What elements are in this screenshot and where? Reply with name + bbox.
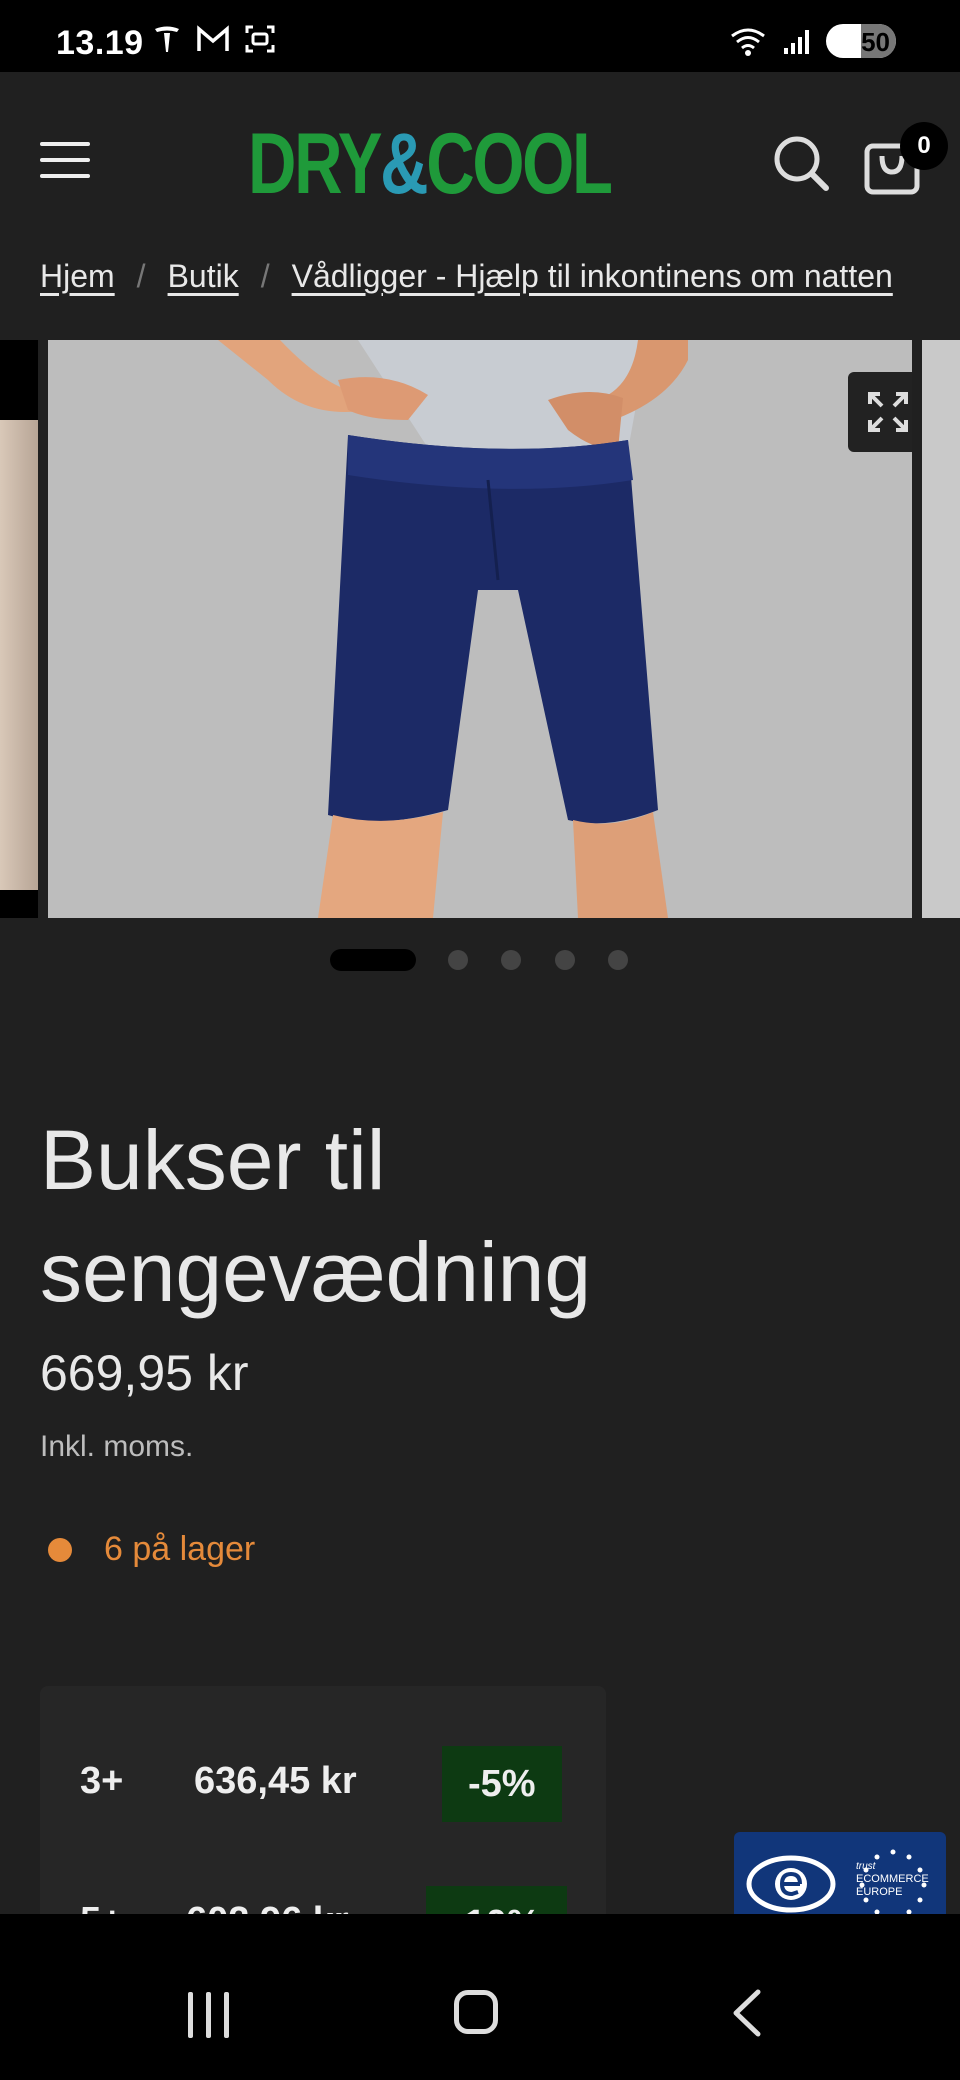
screenshot-icon (245, 25, 275, 53)
breadcrumb-category[interactable]: Vådligger - Hjælp til inkontinens om nat… (292, 258, 893, 294)
tier-discount-badge: -5% (442, 1746, 562, 1822)
stock-status: 6 på lager (48, 1530, 255, 1569)
breadcrumb-home[interactable]: Hjem (40, 258, 115, 294)
logo-text: DRY&COOL (248, 115, 613, 212)
search-icon (774, 136, 829, 191)
menu-button[interactable] (40, 142, 90, 180)
status-icons-right: 50 (728, 24, 896, 58)
status-time: 13.19 (56, 24, 144, 62)
gallery-slide-current[interactable] (48, 340, 912, 918)
tier-price: 636,45 kr (194, 1760, 357, 1802)
signal-icon (784, 30, 809, 54)
product-price: 669,95 kr (40, 1345, 249, 1401)
home-button[interactable] (454, 1990, 498, 2034)
tesla-icon (155, 26, 179, 52)
tier-row[interactable]: 3+ 636,45 kr -5% (40, 1738, 606, 1828)
gallery-slide-previous[interactable] (0, 340, 38, 918)
logo[interactable]: DRY&COOL (238, 114, 688, 214)
status-bar: 13.19 50 (0, 0, 960, 72)
wifi-icon (731, 28, 765, 56)
gallery-pagination (0, 944, 960, 974)
stock-label: 6 på lager (104, 1530, 256, 1568)
e-mark-icon (746, 1855, 836, 1913)
battery-icon: 50 (826, 24, 896, 58)
back-button[interactable] (728, 1988, 768, 2038)
stock-indicator-icon (48, 1537, 72, 1562)
site-header: DRY&COOL 0 (0, 72, 960, 242)
zoom-button[interactable] (848, 372, 912, 452)
system-nav-bar (0, 1914, 960, 2080)
battery-level: 50 (861, 27, 890, 57)
breadcrumb-shop[interactable]: Butik (168, 258, 239, 294)
gallery-dot-1[interactable] (330, 949, 416, 971)
vat-note: Inkl. moms. (40, 1430, 194, 1463)
recent-apps-button[interactable] (184, 1992, 234, 2038)
gallery-dot-3[interactable] (501, 950, 521, 970)
back-icon (733, 1989, 761, 2037)
tier-quantity: 3+ (80, 1760, 124, 1802)
gallery-dot-4[interactable] (555, 950, 575, 970)
gallery-dot-5[interactable] (608, 950, 628, 970)
cart-count-badge: 0 (900, 122, 948, 170)
gallery-slide-next[interactable] (922, 340, 960, 918)
product-title: Bukser til sengevædning (40, 1113, 592, 1319)
status-icons-left (152, 24, 276, 54)
product-gallery[interactable] (0, 340, 960, 920)
gmail-icon (197, 25, 229, 51)
expand-icon (868, 392, 908, 432)
gallery-dot-2[interactable] (448, 950, 468, 970)
search-button[interactable] (772, 134, 832, 194)
trust-badge-text: trust ECOMMERCE EUROPE (856, 1861, 929, 1898)
quantity-discount-table: 3+ 636,45 kr -5% 5+ 602,96 kr -10% (40, 1686, 606, 1962)
product-image (48, 340, 912, 918)
breadcrumb: Hjem / Butik / Vådligger - Hjælp til inkonti… (40, 258, 893, 294)
